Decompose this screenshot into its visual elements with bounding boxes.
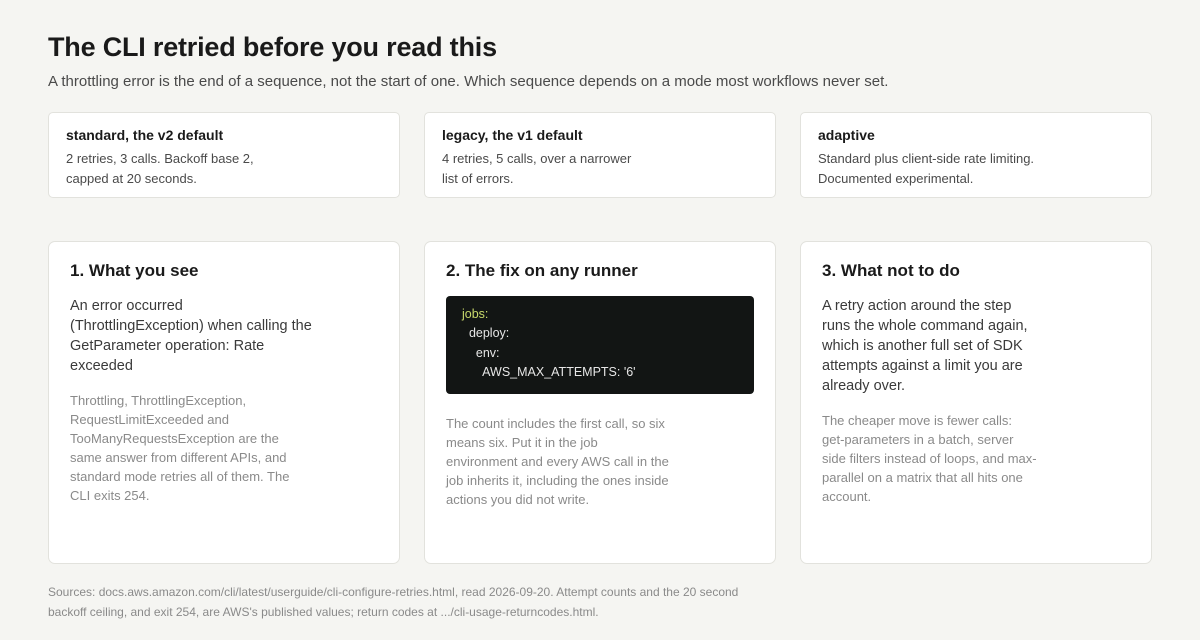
panel-title: 1. What you see xyxy=(70,261,199,280)
mode-description: 2 retries, 3 calls. Backoff base 2, capp… xyxy=(66,151,254,186)
sources-footnote: Sources: docs.aws.amazon.com/cli/latest/… xyxy=(48,585,739,619)
mode-description: 4 retries, 5 calls, over a narrower list… xyxy=(442,151,632,186)
panel-note: The cheaper move is fewer calls: get-par… xyxy=(822,413,1037,504)
panel-what-you-see: 1. What you see An error occurred (Throt… xyxy=(48,241,400,564)
panel-title: 2. The fix on any runner xyxy=(446,261,638,280)
mode-card-standard: standard, the v2 default 2 retries, 3 ca… xyxy=(48,112,400,198)
mode-card-adaptive: adaptive Standard plus client-side rate … xyxy=(800,112,1152,198)
code-block: jobs: deploy: env: AWS_MAX_ATTEMPTS: '6' xyxy=(446,296,754,394)
mode-description: Standard plus client-side rate limiting.… xyxy=(818,151,1035,186)
panel-note: Throttling, ThrottlingException, Request… xyxy=(70,393,290,503)
code-line: jobs: xyxy=(462,307,489,321)
error-message: An error occurred (ThrottlingException) … xyxy=(70,298,312,374)
panel-title: 3. What not to do xyxy=(822,261,960,280)
page-title: The CLI retried before you read this xyxy=(48,32,497,62)
code-line: env: xyxy=(462,345,500,360)
panel-what-not-to-do: 3. What not to do A retry action around … xyxy=(800,241,1152,564)
code-line: deploy: xyxy=(462,326,510,341)
mode-card-legacy: legacy, the v1 default 4 retries, 5 call… xyxy=(424,112,776,198)
panel-lead: A retry action around the step runs the … xyxy=(822,298,1028,394)
mode-name: legacy, the v1 default xyxy=(442,127,583,143)
code-line: AWS_MAX_ATTEMPTS: '6' xyxy=(462,364,636,379)
panel-note: The count includes the first call, so si… xyxy=(446,416,669,507)
mode-name: standard, the v2 default xyxy=(66,127,224,143)
page-subtitle: A throttling error is the end of a seque… xyxy=(48,73,889,90)
panel-the-fix: 2. The fix on any runner jobs: deploy: e… xyxy=(424,241,776,564)
mode-name: adaptive xyxy=(818,127,875,143)
